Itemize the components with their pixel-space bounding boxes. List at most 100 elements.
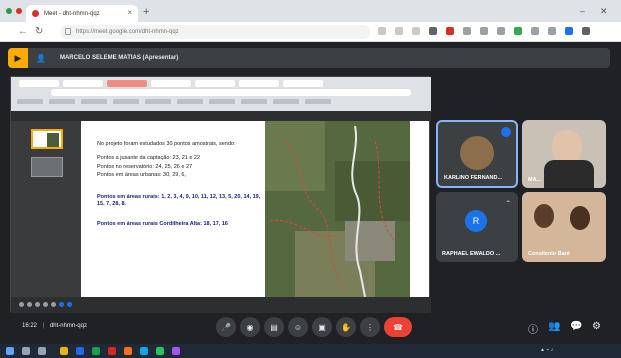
people-icon[interactable]: 👥 xyxy=(548,321,560,332)
meeting-time: 16:22 xyxy=(22,323,38,329)
search-icon[interactable] xyxy=(22,347,30,355)
extension-icon[interactable] xyxy=(412,27,420,35)
shared-bookmarks xyxy=(17,99,417,105)
captions-button[interactable]: ▤ xyxy=(264,317,284,337)
participant-tile-3[interactable]: R ⌁ RAPHAEL EWALDO ... xyxy=(436,192,518,262)
lock-icon xyxy=(65,28,71,35)
minimize-button[interactable]: – xyxy=(580,6,585,16)
browser-tab-bar: Meet - dht-nhmn-qqz × + – ✕ xyxy=(0,0,621,22)
presenter-label: MARCELO SELEME MATIAS (Apresentar) xyxy=(59,55,179,61)
extension-icon[interactable] xyxy=(497,27,505,35)
url-text: https://meet.google.com/dht-nhmn-qqz xyxy=(76,29,179,35)
toolbar-extensions xyxy=(378,27,590,35)
muted-icon: ⌁ xyxy=(506,199,510,205)
shared-tab xyxy=(107,80,147,87)
slide-thumbnail xyxy=(31,157,63,177)
task-view-icon[interactable] xyxy=(38,347,46,355)
new-tab-button[interactable]: + xyxy=(143,6,149,18)
reload-icon[interactable]: ↻ xyxy=(35,26,43,37)
extension-icon[interactable] xyxy=(514,27,522,35)
app-icon[interactable] xyxy=(140,347,148,355)
more-options-button[interactable]: ⋮ xyxy=(360,317,380,337)
extension-icon[interactable] xyxy=(548,27,556,35)
shared-tab xyxy=(19,80,59,87)
os-taskbar: ▲ ⌁ ♪ xyxy=(0,344,621,358)
shared-url-bar xyxy=(51,89,411,96)
close-tab-icon[interactable]: × xyxy=(127,8,132,17)
back-icon[interactable]: ← xyxy=(18,26,28,37)
menu-icon[interactable] xyxy=(582,27,590,35)
slide-intro: No projeto foram estudados 30 pontos amo… xyxy=(97,141,236,147)
presenting-icon: 👤 xyxy=(36,53,46,63)
camera-button[interactable]: ◉ xyxy=(240,317,260,337)
slides-toolbar xyxy=(11,111,431,121)
present-logo-icon: ▶ xyxy=(8,48,28,68)
presenter-bar: ▶ 👤 MARCELO SELEME MATIAS (Apresentar) xyxy=(8,48,610,68)
meet-favicon-icon xyxy=(32,10,39,17)
info-icon[interactable]: ⓘ xyxy=(528,321,538,336)
app-icon[interactable] xyxy=(172,347,180,355)
shared-taskbar-icon xyxy=(35,302,40,307)
file-explorer-icon[interactable] xyxy=(60,347,68,355)
extension-icon[interactable] xyxy=(463,27,471,35)
slide-line-2: Pontos no reservatório: 24, 25, 26 e 27 xyxy=(97,163,193,170)
system-tray: ▲ ⌁ ♪ xyxy=(540,347,554,353)
meeting-controls: 16:22 | dht-nhmn-qqz 🎤 ◉ ▤ ☺ ▣ ✋ ⋮ ☎ ⓘ 👥… xyxy=(0,314,621,344)
slide-thumbnails xyxy=(11,121,81,297)
meeting-code: dht-nhmn-qqz xyxy=(49,323,87,329)
address-bar-row: ← ↻ https://meet.google.com/dht-nhmn-qqz xyxy=(0,22,621,42)
raise-hand-button[interactable]: ✋ xyxy=(336,317,356,337)
shared-tab xyxy=(63,80,103,87)
participant-tile-2[interactable]: MA... xyxy=(522,120,606,188)
participant-tile-1[interactable]: KARLINO FERNAND... xyxy=(436,120,518,188)
app-icon[interactable] xyxy=(92,347,100,355)
activities-icon[interactable]: ⚙ xyxy=(592,321,601,332)
browser-tab[interactable]: Meet - dht-nhmn-qqz × xyxy=(26,5,138,22)
extension-icon[interactable] xyxy=(565,27,573,35)
participant-video-person xyxy=(570,206,590,230)
shared-taskbar xyxy=(11,297,431,313)
tab-title: Meet - dht-nhmn-qqz xyxy=(44,10,100,17)
presentation-slide: No projeto foram estudados 30 pontos amo… xyxy=(89,121,421,297)
window-controls xyxy=(6,8,22,14)
satellite-map-image xyxy=(265,121,410,297)
chat-icon[interactable]: 💬 xyxy=(570,321,582,332)
meeting-info: 16:22 | dht-nhmn-qqz xyxy=(22,323,87,329)
slide-line-3: Pontos em áreas urbanas: 30, 29, 6, xyxy=(97,172,186,179)
participant-name: Consilenio Baré xyxy=(528,251,570,257)
extension-icon[interactable] xyxy=(378,27,386,35)
shared-taskbar-icon xyxy=(51,302,56,307)
shared-taskbar-icon xyxy=(19,302,24,307)
extension-icon[interactable] xyxy=(395,27,403,35)
url-input[interactable]: https://meet.google.com/dht-nhmn-qqz xyxy=(60,25,370,39)
start-icon[interactable] xyxy=(6,347,14,355)
shared-tab xyxy=(239,80,279,87)
shared-tab xyxy=(195,80,235,87)
app-icon[interactable] xyxy=(108,347,116,355)
shared-taskbar-icon xyxy=(59,302,64,307)
shared-screen: No projeto foram estudados 30 pontos amo… xyxy=(10,76,431,313)
red-dot xyxy=(16,8,22,14)
extension-icon[interactable] xyxy=(531,27,539,35)
participant-avatar xyxy=(460,136,494,170)
participant-name: KARLINO FERNAND... xyxy=(444,175,503,181)
chrome-icon[interactable] xyxy=(156,347,164,355)
extension-icon[interactable] xyxy=(446,27,454,35)
meet-area: ▶ 👤 MARCELO SELEME MATIAS (Apresentar) N… xyxy=(0,42,621,358)
present-button[interactable]: ▣ xyxy=(312,317,332,337)
extension-icon[interactable] xyxy=(480,27,488,35)
end-call-button[interactable]: ☎ xyxy=(384,317,412,337)
screenshot: Meet - dht-nhmn-qqz × + – ✕ ← ↻ https://… xyxy=(0,0,621,358)
slide-cordilheira: Pontos em áreas rurais Cordilheira Alta:… xyxy=(97,220,228,227)
participant-video-person xyxy=(534,204,554,228)
participant-shirt xyxy=(544,160,594,188)
shared-taskbar-icon xyxy=(43,302,48,307)
speaking-icon xyxy=(501,127,511,137)
emoji-button[interactable]: ☺ xyxy=(288,317,308,337)
mic-button[interactable]: 🎤 xyxy=(216,317,236,337)
participant-tile-4[interactable]: Consilenio Baré xyxy=(522,192,606,262)
app-icon[interactable] xyxy=(124,347,132,355)
extension-icon[interactable] xyxy=(429,27,437,35)
app-icon[interactable] xyxy=(76,347,84,355)
close-window-button[interactable]: ✕ xyxy=(600,6,608,17)
